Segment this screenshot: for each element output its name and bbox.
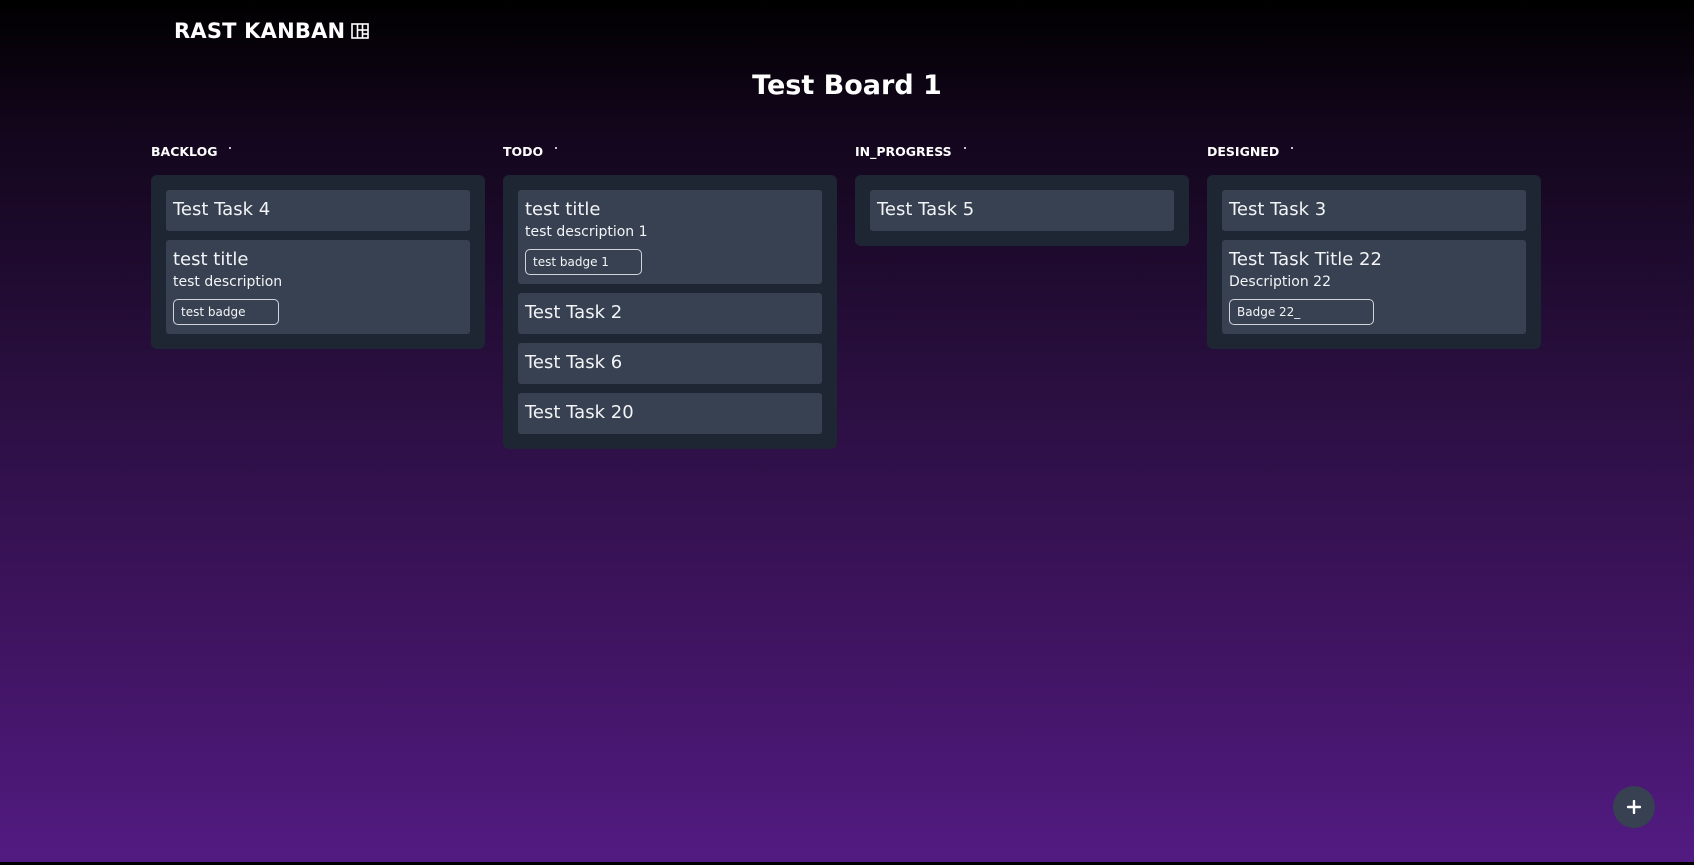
column-backlog: BACKLOG Test Task 4 test title test desc… (151, 141, 485, 449)
column-dot-icon (963, 147, 966, 149)
card-badge: test badge (173, 299, 279, 325)
column-header: BACKLOG (151, 141, 485, 161)
column-title: IN_PROGRESS (855, 143, 952, 159)
card-description: test description 1 (525, 224, 648, 240)
card-title: Test Task 6 (525, 352, 623, 373)
card-description: test description (173, 274, 283, 290)
column-title: TODO (503, 143, 544, 159)
column-header: IN_PROGRESS (855, 141, 1189, 161)
card-description: Description 22 (1229, 274, 1331, 290)
task-card[interactable]: test title test description test badge (166, 240, 470, 334)
card-title: test title (173, 249, 249, 270)
card-title: Test Task 4 (173, 199, 271, 220)
column-header: DESIGNED (1207, 141, 1541, 161)
plus-icon (1627, 800, 1641, 814)
column-title: BACKLOG (151, 143, 218, 159)
column-dot-icon (1291, 147, 1294, 149)
column-dot-icon (555, 147, 558, 149)
card-badge: test badge 1 (525, 249, 642, 275)
kanban-board-icon (351, 23, 370, 39)
add-task-button[interactable] (1613, 786, 1655, 828)
column-todo: TODO test title test description 1 test … (503, 141, 837, 449)
task-card[interactable]: Test Task 3 (1222, 190, 1526, 231)
brand-title: RAST KANBAN (174, 19, 346, 43)
column-body: Test Task 4 test title test description … (151, 175, 485, 349)
card-title: Test Task 2 (525, 302, 623, 323)
column-dot-icon (229, 147, 232, 149)
board-title: Test Board 1 (752, 70, 942, 101)
app-brand[interactable]: RAST KANBAN (174, 19, 370, 43)
card-title: test title (525, 199, 601, 220)
column-title: DESIGNED (1207, 143, 1280, 159)
column-in-progress: IN_PROGRESS Test Task 5 (855, 141, 1189, 449)
task-card[interactable]: Test Task 20 (518, 393, 822, 434)
task-card[interactable]: Test Task 4 (166, 190, 470, 231)
column-body: Test Task 5 (855, 175, 1189, 246)
card-title: Test Task Title 22 (1229, 249, 1382, 270)
column-designed: DESIGNED Test Task 3 Test Task Title 22 … (1207, 141, 1541, 449)
task-card[interactable]: test title test description 1 test badge… (518, 190, 822, 284)
card-badge: Badge 22_ (1229, 299, 1374, 325)
card-title: Test Task 20 (525, 402, 634, 423)
task-card[interactable]: Test Task 5 (870, 190, 1174, 231)
column-body: Test Task 3 Test Task Title 22 Descripti… (1207, 175, 1541, 349)
task-card[interactable]: Test Task 6 (518, 343, 822, 384)
task-card[interactable]: Test Task 2 (518, 293, 822, 334)
kanban-columns: BACKLOG Test Task 4 test title test desc… (151, 141, 1541, 449)
card-title: Test Task 3 (1229, 199, 1327, 220)
card-title: Test Task 5 (877, 199, 975, 220)
column-header: TODO (503, 141, 837, 161)
column-body: test title test description 1 test badge… (503, 175, 837, 449)
task-card[interactable]: Test Task Title 22 Description 22 Badge … (1222, 240, 1526, 334)
